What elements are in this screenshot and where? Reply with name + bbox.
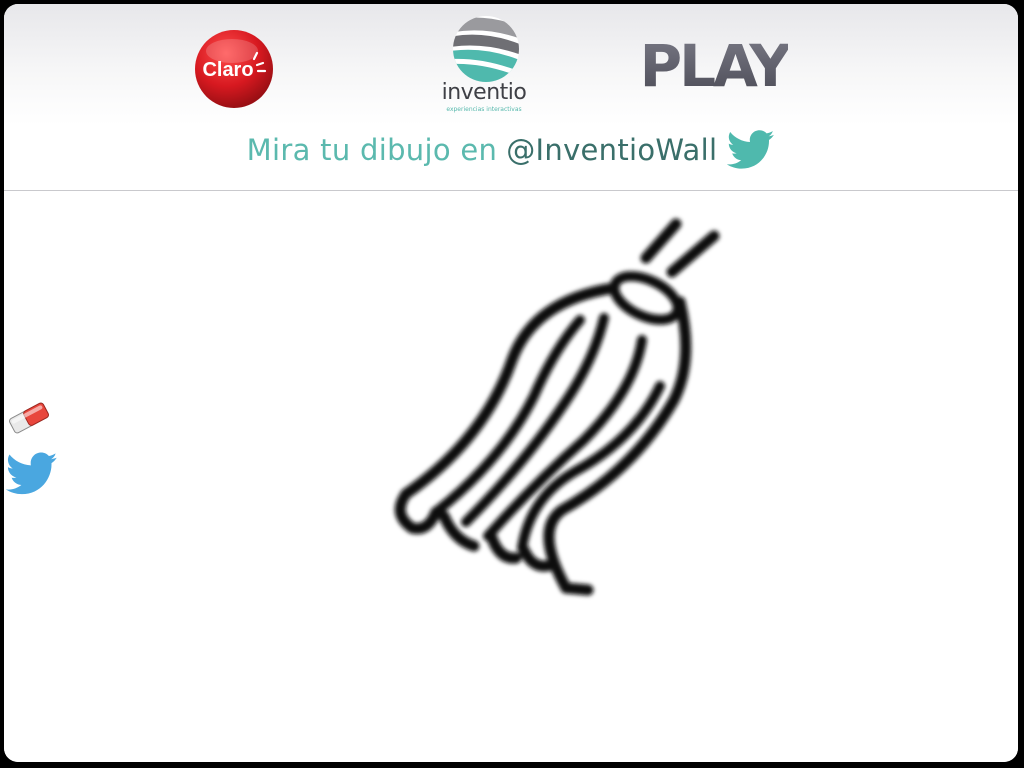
header-banner: Claro inventio experiencias interactivas… xyxy=(4,4,1018,191)
play-logo: PLAY xyxy=(640,34,788,94)
inventio-tagline: experiencias interactivas xyxy=(446,106,522,113)
claro-logo: Claro xyxy=(195,30,273,108)
user-drawing xyxy=(394,218,720,596)
claro-logo-text: Claro xyxy=(202,59,253,81)
inventio-sphere-icon xyxy=(453,16,519,82)
tagline-prefix: Mira tu dibujo en xyxy=(246,133,498,167)
twitter-bird-icon xyxy=(727,130,775,169)
play-logo-text: PLAY xyxy=(640,34,788,94)
twitter-handle: @InventioWall xyxy=(506,133,718,167)
app-frame: Claro inventio experiencias interactivas… xyxy=(4,4,1018,762)
eraser-icon[interactable] xyxy=(6,398,52,438)
inventio-logo: inventio experiencias interactivas xyxy=(434,12,534,120)
inventio-wordmark: inventio xyxy=(441,80,527,105)
twitter-bird-icon[interactable] xyxy=(6,452,58,496)
tagline: Mira tu dibujo en @InventioWall xyxy=(4,128,1018,172)
